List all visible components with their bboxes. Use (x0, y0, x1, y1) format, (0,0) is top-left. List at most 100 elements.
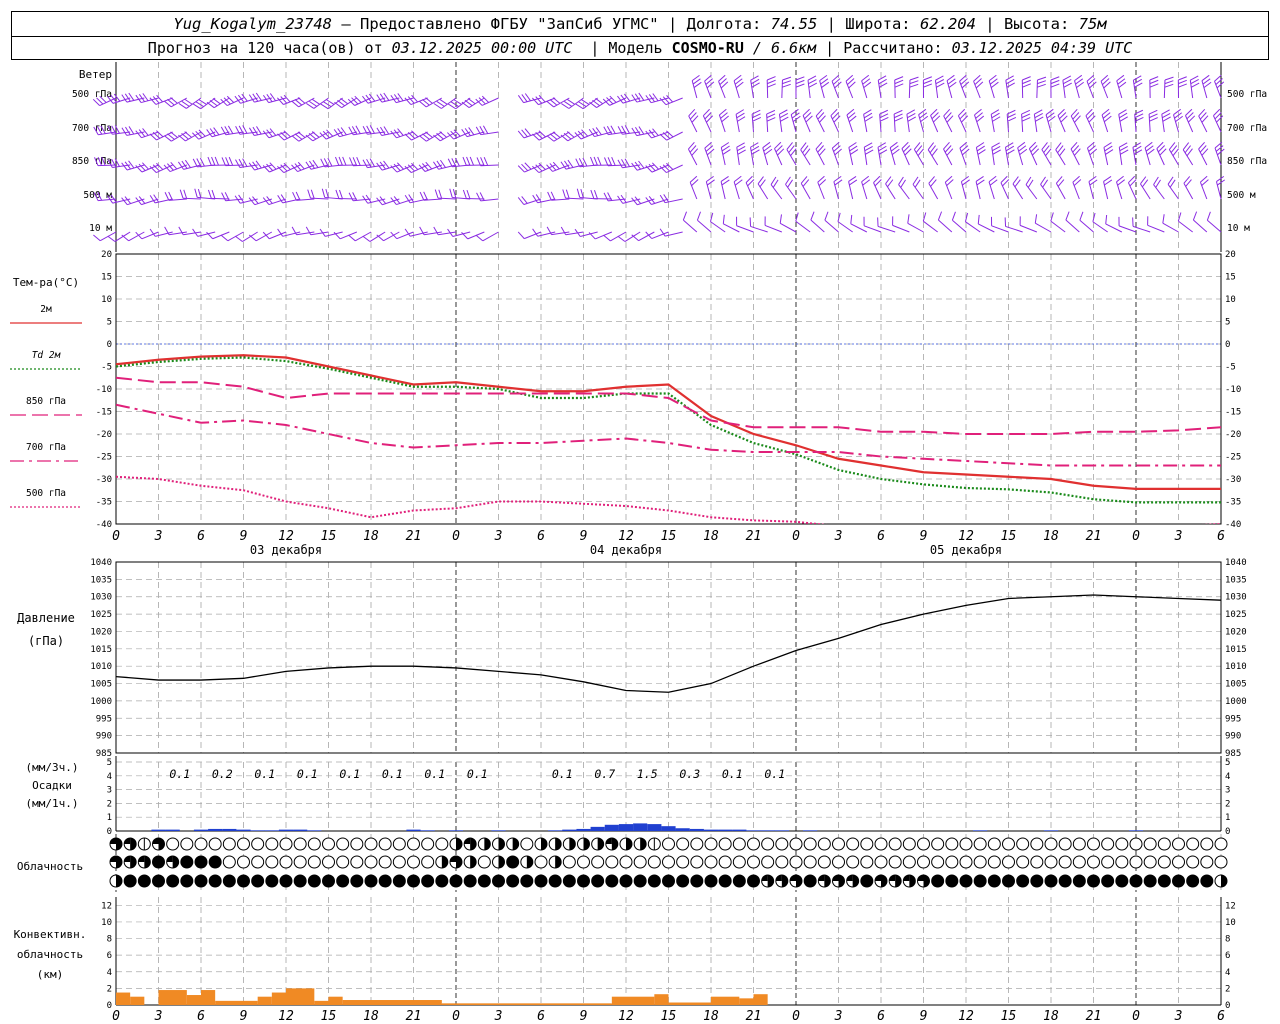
pres-ytick: 1030 (90, 593, 112, 603)
cloud-symbol (1030, 855, 1044, 869)
cloud-symbol (803, 837, 817, 851)
temp-legend-label: Td 2м (32, 350, 61, 361)
wind-barb-feather (990, 109, 1000, 115)
precip-bar (590, 826, 605, 831)
wind-barb-feather (923, 83, 933, 88)
wind-barb (1019, 224, 1038, 233)
cloud-half (130, 856, 137, 868)
wind-barb (297, 164, 315, 173)
wind-barb (482, 231, 499, 242)
cloud-symbol (1200, 837, 1214, 851)
wind-barb (800, 149, 811, 166)
cloud-symbol (860, 855, 874, 869)
wind-barb-feather (192, 158, 198, 168)
wind-barb-feather (1119, 116, 1128, 122)
wind-barb-feather (1153, 176, 1159, 185)
wind-barb-feather (1190, 75, 1199, 81)
cloud-symbol (180, 837, 194, 851)
wind-barb-feather (383, 126, 390, 135)
wind-barb-feather (292, 191, 297, 201)
wind-barb-feather (1103, 142, 1112, 148)
cloud-symbol (194, 855, 208, 869)
wind-barb-feather (766, 76, 776, 81)
precip-ytick-right: 3 (1225, 786, 1230, 796)
wind-barb-feather (195, 101, 204, 108)
pres-ytick: 1025 (90, 610, 112, 620)
cloud-symbol (1200, 874, 1214, 888)
wind-barb-feather (320, 158, 326, 168)
wind-barb-feather (517, 231, 525, 239)
wind-barb-feather (211, 189, 216, 199)
conv-xtick: 15 (1001, 1009, 1017, 1024)
cloud-symbol (1016, 855, 1030, 869)
cloud-symbol (690, 855, 704, 869)
cloud-symbol (704, 874, 718, 888)
wind-barb-feather (192, 103, 202, 110)
precip-3h-label: 1.5 (637, 767, 658, 781)
cloud-symbol (959, 837, 973, 851)
precip-3h-label: 0.1 (764, 767, 785, 781)
wind-barb-feather (906, 109, 916, 115)
cloud-symbol (1214, 855, 1228, 869)
cloud-symbol (222, 855, 236, 869)
wind-barb-feather (766, 117, 776, 122)
precip-bar (1128, 830, 1144, 831)
wind-barb-feather (878, 78, 887, 85)
wind-barb-feather (1050, 83, 1060, 88)
cloud-symbol (945, 874, 959, 888)
wind-barb (1050, 220, 1066, 233)
wind-barb-feather (220, 234, 229, 242)
cloud-symbol (336, 855, 350, 869)
wind-barb (1040, 184, 1052, 200)
cloud-half (172, 856, 179, 868)
wind-barb-feather (937, 211, 943, 221)
cloud-symbol (562, 874, 576, 888)
cloud-symbol (307, 837, 321, 851)
cloud-symbol (619, 855, 633, 869)
wind-barb-feather (770, 176, 777, 185)
wind-barb-feather (807, 75, 817, 81)
cloud-symbol (435, 874, 449, 888)
cloud-symbol (1101, 874, 1115, 888)
wind-barb-feather (462, 189, 467, 199)
wind-barb-feather (782, 76, 792, 81)
wind-level-label-right: 10 м (1227, 223, 1250, 234)
wind-barb (757, 183, 769, 200)
cloud-symbol (1058, 837, 1072, 851)
cloud-symbol (931, 837, 945, 851)
precip-ylabel-bottom: (мм/1ч.) (26, 797, 79, 810)
wind-barb-feather (352, 157, 358, 166)
wind-barb-feather (1006, 149, 1015, 155)
conv-xtick: 15 (661, 1009, 677, 1024)
cloud-half (116, 856, 122, 868)
wind-barb-feather (578, 101, 587, 108)
cloud-symbol (1087, 837, 1100, 851)
wind-barb-feather (1022, 76, 1031, 81)
temp-xtick: 6 (197, 529, 205, 544)
wind-barb (213, 97, 230, 109)
wind-barb-feather (198, 99, 207, 105)
conv-bar (654, 994, 669, 1005)
wind-barb (396, 231, 414, 240)
temp-xtick: 0 (452, 529, 460, 544)
cloud-symbol (676, 855, 690, 869)
cloud-symbol (208, 837, 222, 851)
temp-ytick: 10 (101, 295, 112, 305)
cloud-symbol (817, 855, 831, 869)
precip-bar (264, 830, 279, 831)
temp-ytick: -25 (96, 453, 112, 463)
wind-barb (1079, 219, 1094, 233)
wind-barb-feather (1037, 83, 1046, 88)
wind-barb-feather (325, 188, 329, 198)
conv-xtick: 9 (920, 1009, 928, 1024)
wind-barb (424, 164, 443, 172)
temp-xtick: 15 (661, 529, 677, 544)
cloud-symbol (421, 874, 435, 888)
wind-barb (885, 183, 896, 200)
cloud-symbol (732, 855, 746, 869)
wind-barb-feather (810, 211, 815, 221)
wind-barb (225, 164, 244, 167)
cloud-symbol (888, 855, 902, 869)
temp-ytick-right: 0 (1225, 340, 1230, 350)
temp-ytick-right: 10 (1225, 295, 1236, 305)
